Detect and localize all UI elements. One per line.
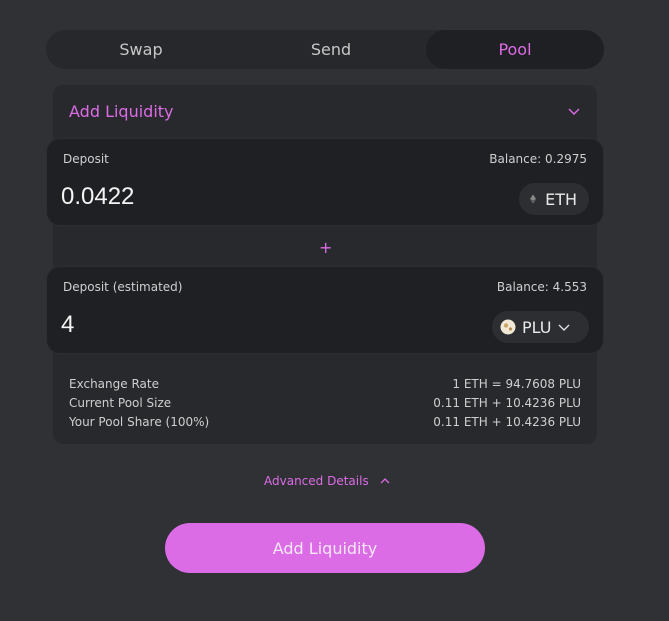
tab-bar: Swap Send Pool [46, 30, 604, 69]
add-liquidity-button[interactable]: Add Liquidity [165, 523, 485, 573]
stat-value: 0.11 ETH + 10.4236 PLU [433, 395, 581, 410]
add-liquidity-header[interactable]: Add Liquidity [53, 85, 597, 137]
deposit-estimated-label: Deposit (estimated) [63, 280, 183, 294]
deposit-estimated-amount-input[interactable]: 4 [61, 311, 74, 339]
stat-row-pool-share: Your Pool Share (100%) 0.11 ETH + 10.423… [69, 412, 581, 431]
plus-icon: + [319, 238, 333, 257]
stat-value: 0.11 ETH + 10.4236 PLU [433, 414, 581, 429]
plu-token-selector[interactable]: PLU [492, 311, 589, 343]
token-symbol: ETH [545, 189, 577, 209]
deposit-estimated-balance: Balance: 4.553 [496, 280, 587, 294]
tab-pool[interactable]: Pool [426, 30, 604, 69]
deposit-card: Deposit Balance: 0.2975 0.0422 ETH [46, 138, 604, 226]
deposit-estimated-card: Deposit (estimated) Balance: 4.553 4 PLU [46, 266, 604, 354]
token-symbol: PLU [522, 317, 552, 337]
plu-token-icon [500, 319, 516, 335]
advanced-details-label: Advanced Details [264, 474, 369, 488]
chevron-down-icon[interactable] [567, 104, 581, 118]
stat-label: Your Pool Share (100%) [69, 414, 210, 429]
panel-title: Add Liquidity [69, 101, 174, 121]
stat-label: Current Pool Size [69, 395, 172, 410]
ethereum-icon [530, 194, 537, 204]
chevron-down-icon [558, 324, 570, 331]
advanced-details-toggle[interactable]: Advanced Details [264, 474, 391, 488]
stat-label: Exchange Rate [69, 376, 159, 391]
deposit-amount-input[interactable]: 0.0422 [61, 183, 134, 211]
chevron-up-icon [380, 478, 390, 484]
stat-row-exchange-rate: Exchange Rate 1 ETH = 94.7608 PLU [69, 374, 581, 393]
eth-token-selector[interactable]: ETH [519, 183, 589, 215]
stat-value: 1 ETH = 94.7608 PLU [452, 376, 581, 391]
deposit-balance: Balance: 0.2975 [489, 152, 587, 166]
tab-send[interactable]: Send [236, 30, 426, 69]
pool-stats: Exchange Rate 1 ETH = 94.7608 PLU Curren… [69, 374, 581, 431]
tab-swap[interactable]: Swap [46, 30, 236, 69]
deposit-label: Deposit [63, 152, 109, 166]
stat-row-pool-size: Current Pool Size 0.11 ETH + 10.4236 PLU [69, 393, 581, 412]
